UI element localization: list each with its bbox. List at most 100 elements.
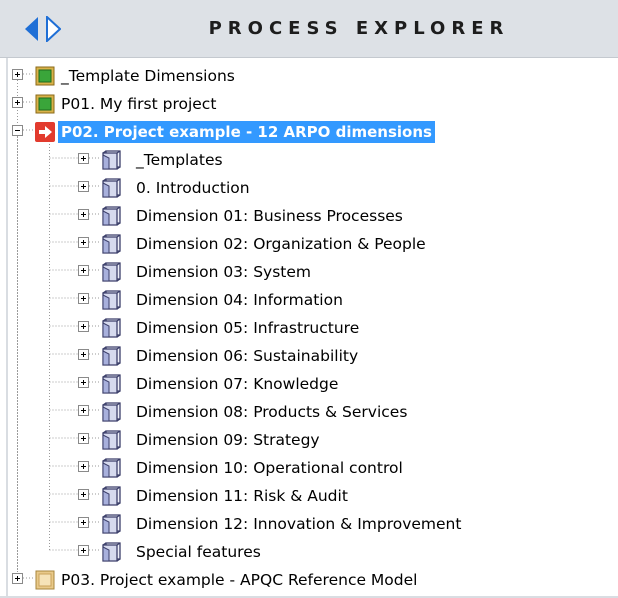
- tree-folder-label[interactable]: Dimension 12: Innovation & Improvement: [133, 513, 464, 535]
- folder-book-icon: [100, 345, 122, 366]
- tree-folder-row[interactable]: Dimension 03: System: [0, 258, 618, 286]
- expander-plus-bar: [83, 492, 84, 497]
- expand-toggle-icon[interactable]: [78, 321, 89, 332]
- expand-toggle-icon[interactable]: [78, 293, 89, 304]
- expand-toggle-icon[interactable]: [78, 489, 89, 500]
- expander-plus-bar: [83, 380, 84, 385]
- tree-folder-label[interactable]: _Templates: [133, 149, 226, 171]
- expander-plus-bar: [83, 268, 84, 273]
- expander-plus-bar: [83, 352, 84, 357]
- expander-plus-bar: [83, 240, 84, 245]
- expand-toggle-icon[interactable]: [78, 377, 89, 388]
- folder-book-icon: [100, 261, 122, 282]
- expand-toggle-icon[interactable]: [78, 433, 89, 444]
- expand-toggle-icon[interactable]: [78, 209, 89, 220]
- green-project-icon: [34, 94, 56, 114]
- expand-toggle-icon[interactable]: [78, 461, 89, 472]
- folder-book-icon: [100, 429, 122, 450]
- tree-folder-label[interactable]: Dimension 01: Business Processes: [133, 205, 406, 227]
- folder-book-icon: [100, 205, 122, 226]
- tree-folder-label[interactable]: Dimension 02: Organization & People: [133, 233, 429, 255]
- nav-arrows: [24, 16, 84, 46]
- expand-toggle-icon[interactable]: [78, 545, 89, 556]
- expander-plus-bar: [83, 212, 84, 217]
- tree-folder-label[interactable]: Dimension 03: System: [133, 261, 314, 283]
- tree-folder-row[interactable]: Dimension 05: Infrastructure: [0, 314, 618, 342]
- expander-plus-bar: [17, 72, 18, 77]
- tree-project-label[interactable]: P02. Project example - 12 ARPO dimension…: [58, 121, 435, 143]
- expander-plus-bar: [17, 100, 18, 105]
- expander-plus-bar: [83, 184, 84, 189]
- expand-toggle-icon[interactable]: [78, 153, 89, 164]
- tree-folder-label[interactable]: Dimension 09: Strategy: [133, 429, 323, 451]
- tree-folder-label[interactable]: Dimension 04: Information: [133, 289, 346, 311]
- expand-toggle-icon[interactable]: [12, 97, 23, 108]
- expander-minus-bar: [15, 130, 20, 131]
- expand-toggle-icon[interactable]: [12, 573, 23, 584]
- panel-header: PROCESS EXPLORER: [0, 0, 618, 58]
- expander-plus-bar: [83, 156, 84, 161]
- red-arrow-project-icon: [34, 122, 56, 142]
- tree-project-label[interactable]: P01. My first project: [58, 93, 219, 115]
- expander-plus-bar: [83, 436, 84, 441]
- tree-folder-label[interactable]: Dimension 08: Products & Services: [133, 401, 410, 423]
- expand-toggle-icon[interactable]: [78, 349, 89, 360]
- folder-book-icon: [100, 513, 122, 534]
- nav-right-arrow-icon[interactable]: [45, 16, 61, 42]
- tree-folder-row[interactable]: 0. Introduction: [0, 174, 618, 202]
- folder-book-icon: [100, 149, 122, 170]
- tree-folder-row[interactable]: Dimension 09: Strategy: [0, 426, 618, 454]
- expander-plus-bar: [83, 296, 84, 301]
- process-explorer-panel: PROCESS EXPLORER _Template Dimensions P01…: [0, 0, 618, 598]
- expander-plus-bar: [17, 576, 18, 581]
- tree-folder-row[interactable]: Dimension 02: Organization & People: [0, 230, 618, 258]
- folder-book-icon: [100, 373, 122, 394]
- tree-folder-row[interactable]: Dimension 10: Operational control: [0, 454, 618, 482]
- collapse-toggle-icon[interactable]: [12, 125, 23, 136]
- folder-book-icon: [100, 541, 122, 562]
- expander-plus-bar: [83, 408, 84, 413]
- tree-folder-label[interactable]: Dimension 07: Knowledge: [133, 373, 341, 395]
- tree-project-label[interactable]: _Template Dimensions: [58, 65, 238, 87]
- tan-project-icon: [34, 570, 56, 590]
- expander-plus-bar: [83, 464, 84, 469]
- expand-toggle-icon[interactable]: [78, 237, 89, 248]
- tree-folder-row[interactable]: Special features: [0, 538, 618, 566]
- expand-toggle-icon[interactable]: [78, 181, 89, 192]
- tree-folder-row[interactable]: Dimension 01: Business Processes: [0, 202, 618, 230]
- folder-book-icon: [100, 317, 122, 338]
- expand-toggle-icon[interactable]: [78, 265, 89, 276]
- expand-toggle-icon[interactable]: [78, 517, 89, 528]
- tree-folder-label[interactable]: Dimension 06: Sustainability: [133, 345, 361, 367]
- process-tree[interactable]: _Template Dimensions P01. My first projec…: [0, 58, 618, 598]
- tree-folder-row[interactable]: Dimension 11: Risk & Audit: [0, 482, 618, 510]
- tree-folder-row[interactable]: Dimension 04: Information: [0, 286, 618, 314]
- tree-project-label[interactable]: P03. Project example - APQC Reference Mo…: [58, 569, 420, 591]
- tree-folder-row[interactable]: _Templates: [0, 146, 618, 174]
- tree-project-row[interactable]: P01. My first project: [0, 90, 618, 118]
- expand-toggle-icon[interactable]: [12, 69, 23, 80]
- nav-left-arrow-icon[interactable]: [24, 16, 40, 42]
- tree-project-row[interactable]: P02. Project example - 12 ARPO dimension…: [0, 118, 618, 146]
- green-project-icon: [34, 66, 56, 86]
- folder-book-icon: [100, 289, 122, 310]
- folder-book-icon: [100, 177, 122, 198]
- tree-folder-label[interactable]: Dimension 11: Risk & Audit: [133, 485, 351, 507]
- tree-folder-label[interactable]: 0. Introduction: [133, 177, 253, 199]
- folder-book-icon: [100, 401, 122, 422]
- tree-project-row[interactable]: P03. Project example - APQC Reference Mo…: [0, 566, 618, 594]
- tree-folder-row[interactable]: Dimension 07: Knowledge: [0, 370, 618, 398]
- expander-plus-bar: [83, 548, 84, 553]
- tree-folder-label[interactable]: Special features: [133, 541, 264, 563]
- tree-folder-row[interactable]: Dimension 08: Products & Services: [0, 398, 618, 426]
- tree-folder-row[interactable]: Dimension 06: Sustainability: [0, 342, 618, 370]
- expand-toggle-icon[interactable]: [78, 405, 89, 416]
- tree-folder-label[interactable]: Dimension 10: Operational control: [133, 457, 406, 479]
- folder-book-icon: [100, 485, 122, 506]
- tree-folder-label[interactable]: Dimension 05: Infrastructure: [133, 317, 362, 339]
- tree-project-row[interactable]: _Template Dimensions: [0, 62, 618, 90]
- panel-title: PROCESS EXPLORER: [208, 18, 510, 39]
- tree-folder-row[interactable]: Dimension 12: Innovation & Improvement: [0, 510, 618, 538]
- expander-plus-bar: [83, 324, 84, 329]
- expander-plus-bar: [83, 520, 84, 525]
